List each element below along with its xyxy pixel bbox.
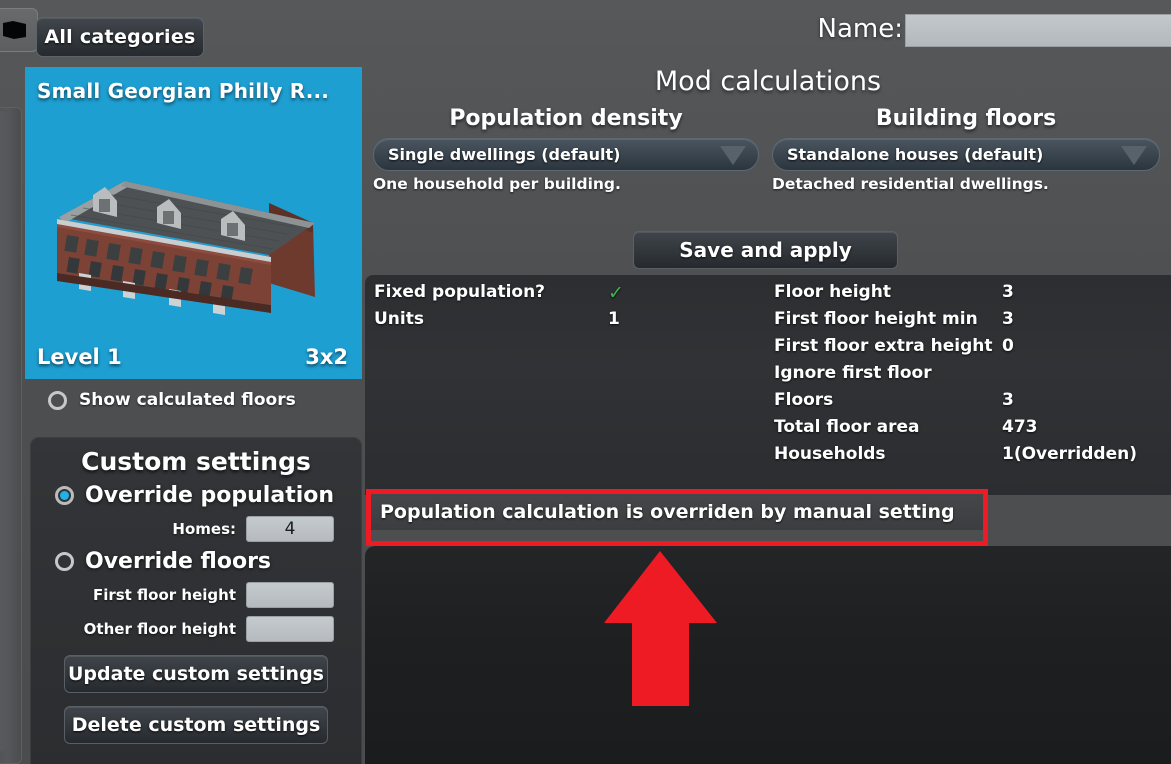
first-floor-height-input[interactable] <box>246 582 334 608</box>
left-scroll-rail[interactable] <box>0 107 22 764</box>
population-density-dropdown[interactable]: Single dwellings (default) <box>373 138 759 171</box>
app-window: All categories Small Georgian Philly R..… <box>0 0 1171 764</box>
save-and-apply-button[interactable]: Save and apply <box>633 231 898 269</box>
chevron-down-icon <box>1121 146 1147 165</box>
other-floor-height-input[interactable] <box>246 616 334 642</box>
stat-row: Households 1(Overridden) <box>774 444 1137 464</box>
stat-key: First floor height min <box>774 309 978 329</box>
asset-preview-card[interactable]: Small Georgian Philly R... Level 1 3x2 <box>25 67 362 379</box>
other-floor-height-label: Other floor height <box>83 620 236 638</box>
stat-key: Floors <box>774 390 834 410</box>
other-floor-height-row: Other floor height <box>31 616 361 642</box>
stat-key: First floor extra height <box>774 336 993 356</box>
stat-value: 0 <box>1002 336 1014 356</box>
folder-icon <box>3 21 26 39</box>
stat-key: Households <box>774 444 886 464</box>
stat-row: Floors 3 <box>774 390 1014 410</box>
stats-panel: Fixed population? ✓ Units 1 Floor height 3 Fi… <box>365 275 1171 495</box>
stat-key: Ignore first floor <box>774 363 932 383</box>
override-floors-label: Override floors <box>85 549 272 574</box>
stat-value: 473 <box>1002 417 1038 437</box>
building-floors-dropdown[interactable]: Standalone houses (default) <box>772 138 1160 171</box>
chevron-down-icon <box>720 146 746 165</box>
radio-icon-override-population[interactable] <box>55 486 74 505</box>
stat-key: Floor height <box>774 282 891 302</box>
radio-icon-override-floors[interactable] <box>55 552 74 571</box>
building-floors-heading: Building floors <box>875 106 1057 131</box>
stat-row: First floor height min 3 <box>774 309 1014 329</box>
stat-value: 1(Overridden) <box>1002 444 1137 464</box>
stat-row: First floor extra height 0 <box>774 336 1014 356</box>
check-icon: ✓ <box>608 282 624 304</box>
all-categories-label: All categories <box>44 26 196 48</box>
folder-icon-button[interactable] <box>0 8 38 52</box>
first-floor-height-row: First floor height <box>31 582 361 608</box>
stat-value: 3 <box>1002 309 1014 329</box>
stat-row: Fixed population? ✓ <box>374 282 624 304</box>
population-density-heading: Population density <box>449 106 683 131</box>
update-custom-settings-button[interactable]: Update custom settings <box>64 655 328 693</box>
warning-highlight-box <box>366 489 988 546</box>
homes-label: Homes: <box>172 520 236 538</box>
stat-row: Total floor area 473 <box>774 417 1038 437</box>
homes-field-row: Homes: 4 <box>31 516 361 542</box>
lower-empty-area <box>365 546 1171 764</box>
show-calculated-floors-option[interactable]: Show calculated floors <box>48 390 296 410</box>
override-floors-option[interactable]: Override floors <box>55 549 361 574</box>
all-categories-button[interactable]: All categories <box>36 17 204 57</box>
population-density-value: Single dwellings (default) <box>388 145 621 164</box>
building-floors-description: Detached residential dwellings. <box>772 175 1049 193</box>
stat-key: Fixed population? <box>374 282 546 302</box>
building-thumbnail <box>57 181 315 315</box>
homes-input[interactable]: 4 <box>246 516 334 542</box>
stat-row: Units 1 <box>374 309 620 329</box>
scrollbar-thumb[interactable] <box>0 111 6 751</box>
population-density-description: One household per building. <box>373 175 621 193</box>
first-floor-height-label: First floor height <box>92 586 236 604</box>
custom-settings-title: Custom settings <box>81 447 311 476</box>
asset-size: 3x2 <box>305 345 348 369</box>
stat-row: Ignore first floor <box>774 363 932 383</box>
stat-key: Units <box>374 309 424 329</box>
override-population-label: Override population <box>85 483 335 508</box>
name-input[interactable] <box>905 14 1171 47</box>
red-up-arrow-annotation <box>604 551 717 706</box>
asset-title: Small Georgian Philly R... <box>37 79 330 103</box>
stat-value: 1 <box>608 309 620 329</box>
name-label: Name: <box>817 14 903 44</box>
stat-value: 3 <box>1002 282 1014 302</box>
building-floors-value: Standalone houses (default) <box>787 145 1044 164</box>
radio-icon-show-calculated-floors[interactable] <box>48 390 67 410</box>
stat-key: Total floor area <box>774 417 920 437</box>
stat-row: Floor height 3 <box>774 282 1014 302</box>
show-calculated-floors-label: Show calculated floors <box>79 390 296 410</box>
stat-value: 3 <box>1002 390 1014 410</box>
page-title: Mod calculations <box>654 66 882 97</box>
asset-level: Level 1 <box>37 345 122 369</box>
delete-custom-settings-button[interactable]: Delete custom settings <box>64 706 328 744</box>
override-population-option[interactable]: Override population <box>55 483 361 508</box>
custom-settings-panel: Custom settings Override population Home… <box>30 437 362 764</box>
